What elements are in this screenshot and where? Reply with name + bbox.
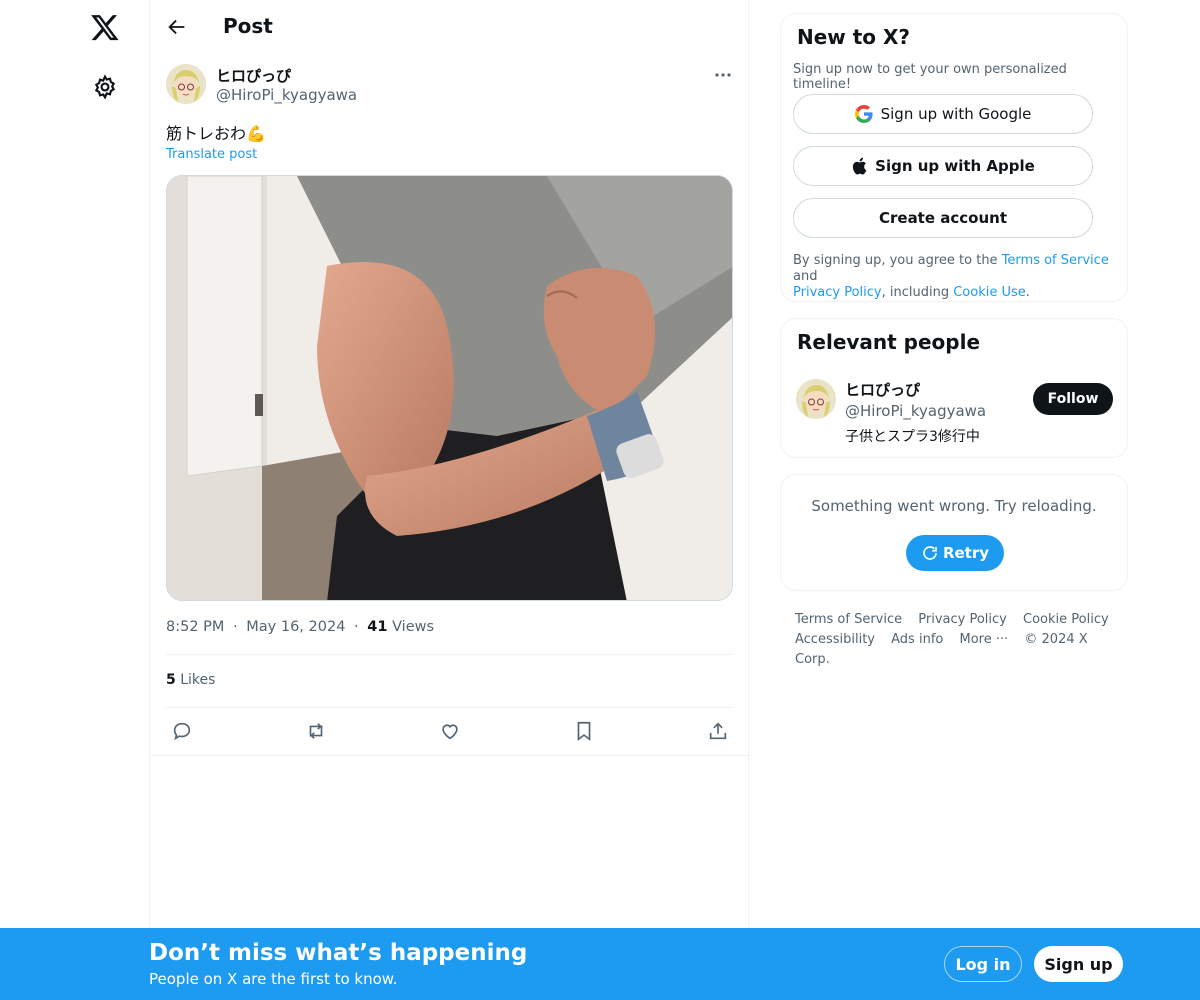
page: Post ヒロぴっぴ @HiroPi_kyagyawa 筋トレおわ💪 Trans… — [0, 0, 1200, 1000]
left-nav — [0, 0, 150, 1000]
signup-apple-button[interactable]: Sign up with Apple — [793, 146, 1093, 186]
error-message: Something went wrong. Try reloading. — [811, 497, 1097, 515]
signup-card-title: New to X? — [797, 25, 911, 49]
divider — [166, 654, 734, 655]
post-header: Post — [150, 0, 750, 53]
views-count: 41 — [367, 619, 388, 635]
login-button[interactable]: Log in — [944, 946, 1022, 982]
footer-terms-link[interactable]: Terms of Service — [795, 612, 902, 627]
footer-privacy-link[interactable]: Privacy Policy — [918, 612, 1007, 627]
footer-more-link[interactable]: More ··· — [959, 632, 1008, 647]
post-date[interactable]: May 16, 2024 — [246, 619, 345, 635]
signup-card: New to X? Sign up now to get your own pe… — [780, 13, 1128, 302]
author-handle[interactable]: @HiroPi_kyagyawa — [216, 86, 357, 104]
relevant-person-bio: 子供とスプラ3修行中 — [845, 429, 980, 445]
relevant-person-avatar[interactable] — [796, 379, 836, 419]
bottom-signup-bar: Don’t miss what’s happening People on X … — [0, 928, 1200, 1000]
legal-period: . — [1025, 285, 1030, 300]
apple-button-label: Sign up with Apple — [875, 157, 1035, 175]
x-logo-icon[interactable] — [90, 12, 120, 42]
legal-prefix: By signing up, you agree to the — [793, 253, 1002, 268]
retry-label: Retry — [942, 544, 990, 562]
author-avatar[interactable] — [166, 64, 206, 104]
signup-google-button[interactable]: Sign up with Google — [793, 94, 1093, 134]
refresh-icon — [923, 546, 937, 560]
retry-button[interactable]: Retry — [906, 535, 1004, 571]
share-icon[interactable] — [707, 720, 729, 742]
error-card: Something went wrong. Try reloading. Ret… — [780, 474, 1128, 591]
main-column: Post ヒロぴっぴ @HiroPi_kyagyawa 筋トレおわ💪 Trans… — [149, 0, 750, 1000]
create-account-button[interactable]: Create account — [793, 198, 1093, 238]
footer-accessibility-link[interactable]: Accessibility — [795, 632, 875, 647]
post-text: 筋トレおわ💪 — [166, 124, 266, 143]
views-label: Views — [392, 619, 435, 635]
relevant-people-card: Relevant people ヒロぴっぴ @HiroPi_kyagyawa 子… — [780, 318, 1128, 458]
footer-links: Terms of Service Privacy Policy Cookie P… — [795, 610, 1125, 670]
signup-button[interactable]: Sign up — [1034, 946, 1123, 982]
divider — [166, 707, 734, 708]
likes-count: 5 — [166, 672, 176, 688]
post-image[interactable] — [166, 175, 733, 601]
reply-icon[interactable] — [171, 720, 193, 742]
author-name[interactable]: ヒロぴっぴ — [216, 65, 291, 86]
footer-cookie-link[interactable]: Cookie Policy — [1023, 612, 1109, 627]
likes-label: Likes — [180, 672, 216, 688]
meta-separator: · — [354, 619, 359, 635]
translate-post-link[interactable]: Translate post — [166, 147, 257, 162]
more-options-icon[interactable] — [712, 66, 734, 84]
back-arrow-icon[interactable] — [166, 16, 188, 38]
repost-icon[interactable] — [305, 720, 327, 742]
google-icon — [854, 105, 873, 123]
follow-button[interactable]: Follow — [1033, 383, 1113, 415]
terms-link[interactable]: Terms of Service — [1002, 253, 1109, 268]
likes-link[interactable]: 5 Likes — [166, 672, 215, 688]
create-account-label: Create account — [878, 209, 1007, 227]
apple-icon — [853, 157, 867, 175]
like-heart-icon[interactable] — [439, 720, 461, 742]
signup-subtitle: Sign up now to get your own personalized… — [793, 62, 1067, 92]
relevant-person-handle[interactable]: @HiroPi_kyagyawa — [845, 402, 986, 420]
relevant-people-title: Relevant people — [797, 330, 981, 354]
bookmark-icon[interactable] — [573, 720, 595, 742]
settings-gear-icon[interactable] — [92, 74, 118, 100]
bottom-bar-subtitle: People on X are the first to know. — [149, 970, 398, 988]
cookie-use-link[interactable]: Cookie Use — [953, 285, 1026, 300]
post-time[interactable]: 8:52 PM — [166, 619, 224, 635]
bottom-bar-title: Don’t miss what’s happening — [149, 940, 528, 966]
legal-and: and — [793, 269, 818, 284]
post-meta: 8:52 PM · May 16, 2024 · 41 Views — [166, 619, 434, 635]
google-button-label: Sign up with Google — [880, 105, 1032, 123]
relevant-person-name[interactable]: ヒロぴっぴ — [845, 379, 920, 400]
privacy-link[interactable]: Privacy Policy — [793, 285, 882, 300]
meta-separator: · — [233, 619, 238, 635]
divider — [150, 755, 750, 756]
legal-including: , including — [881, 285, 954, 300]
page-title: Post — [223, 14, 273, 38]
footer-ads-info-link[interactable]: Ads info — [891, 632, 943, 647]
signup-legal-text: By signing up, you agree to the Terms of… — [793, 253, 1123, 301]
